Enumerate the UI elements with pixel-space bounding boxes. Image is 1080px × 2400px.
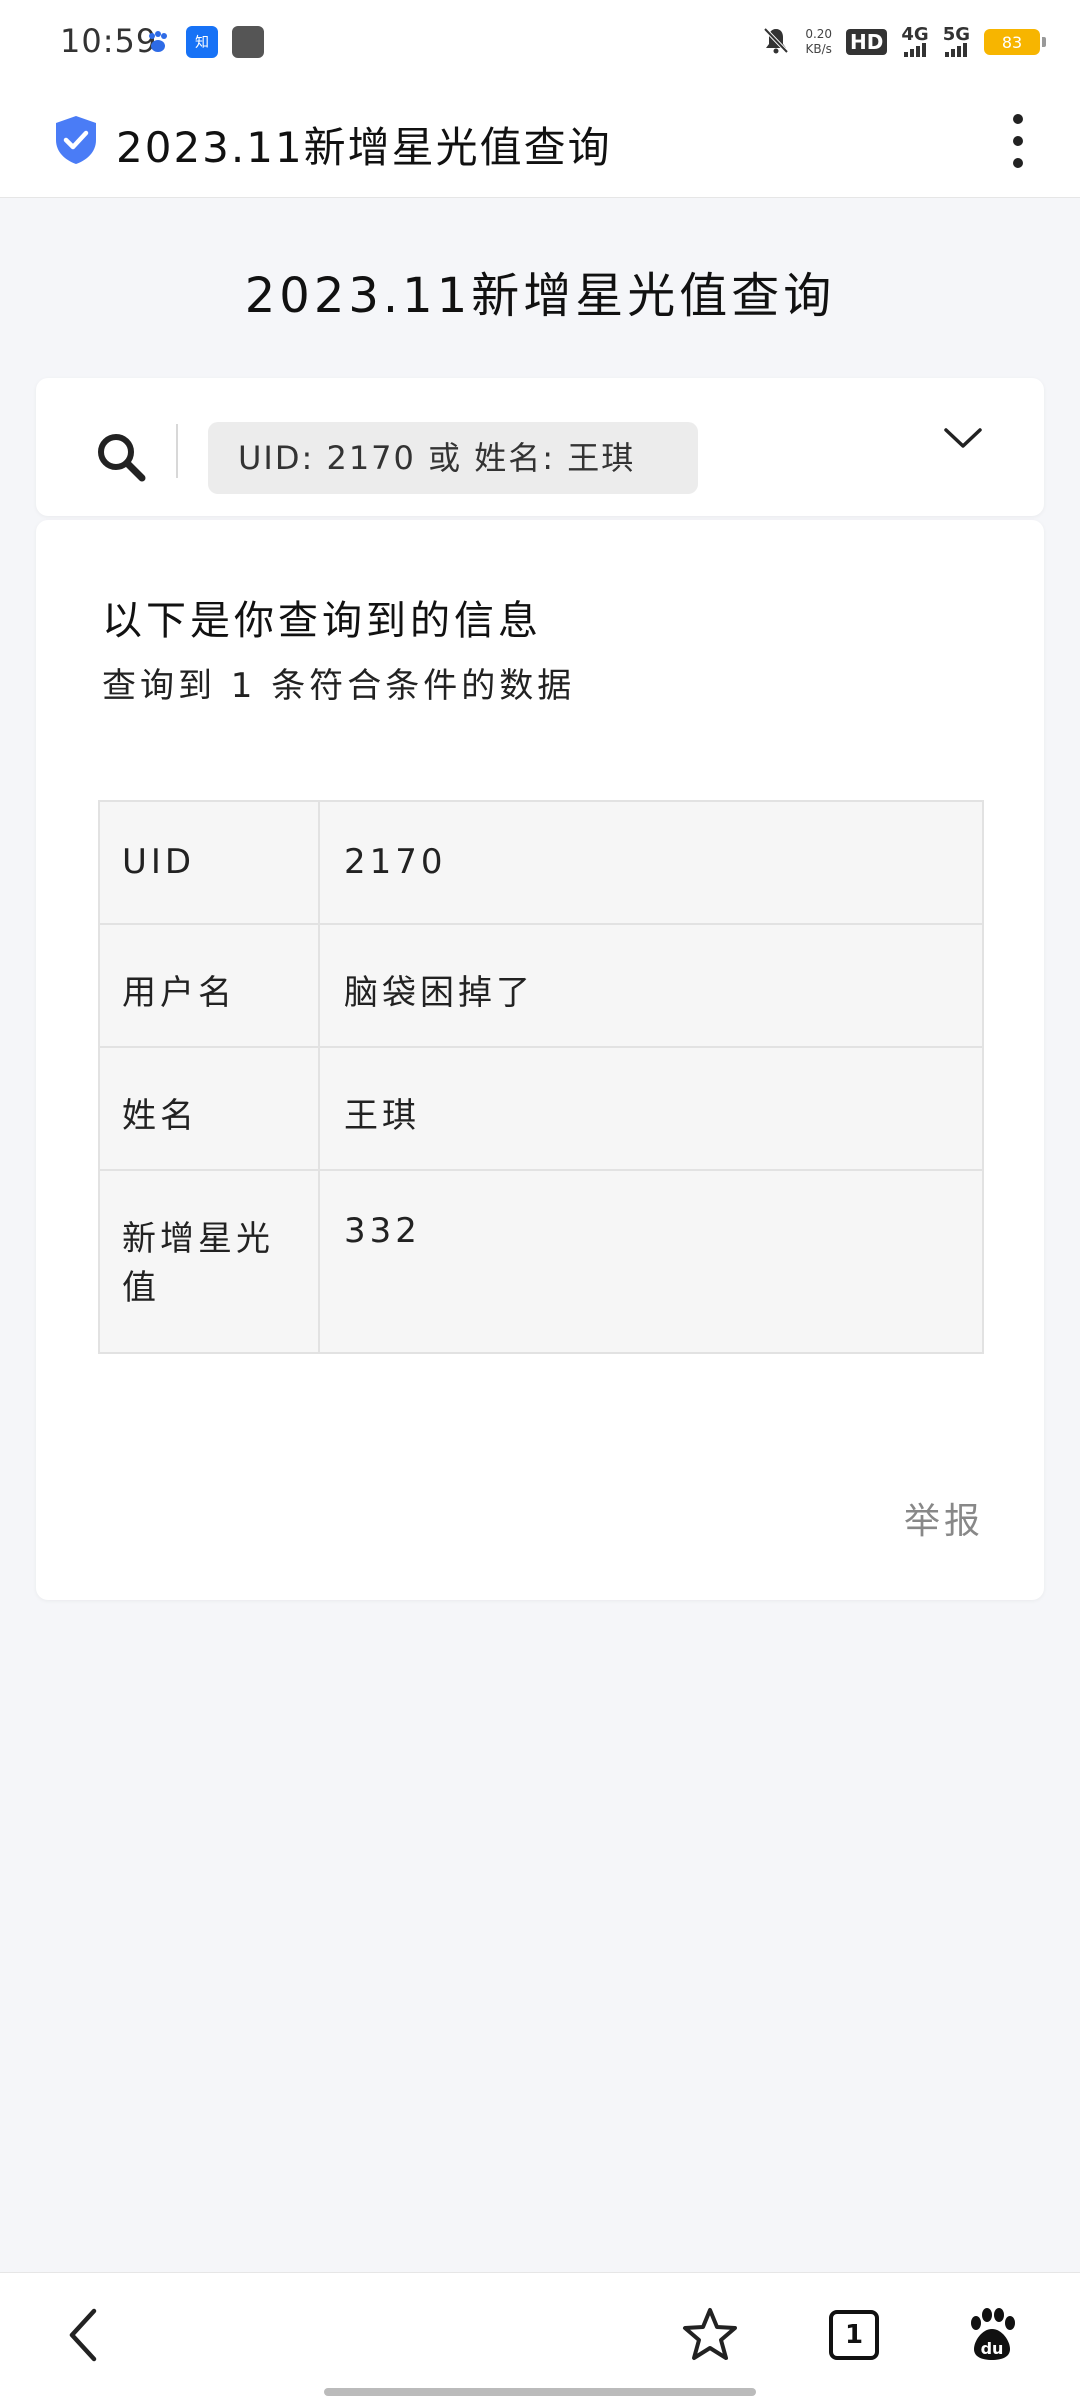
table-row: 用户名 脑袋困掉了 (98, 923, 984, 1048)
star-icon (683, 2308, 737, 2360)
table-value: 脑袋困掉了 (318, 923, 984, 1048)
svg-text:du: du (981, 2339, 1004, 2358)
net-speed: 0.20 KB/s (805, 27, 832, 57)
search-card (36, 378, 1044, 516)
table-key: 新增星光值 (98, 1169, 320, 1354)
signal-bars-icon (945, 43, 968, 57)
report-link[interactable]: 举报 (904, 1492, 984, 1544)
table-value: 2170 (318, 800, 984, 925)
result-card: 以下是你查询到的信息 查询到 1 条符合条件的数据 UID 2170 用户名 脑… (36, 520, 1044, 1600)
battery-icon: 83 (984, 29, 1046, 55)
net-speed-value: 0.20 (805, 27, 833, 41)
back-button[interactable] (52, 2303, 116, 2367)
table-key: UID (98, 800, 320, 925)
baidu-button[interactable]: du (960, 2303, 1024, 2367)
bottom-nav: 1 du (0, 2272, 1080, 2400)
header-title: 2023.11新增星光值查询 (116, 123, 612, 172)
page-title: 2023.11新增星光值查询 (244, 268, 836, 324)
baidu-paw-icon (142, 26, 174, 58)
more-vertical-icon[interactable] (1010, 114, 1026, 168)
table-key: 姓名 (98, 1046, 320, 1171)
signal-1: 4G (901, 24, 929, 57)
signal-bars-icon (904, 43, 927, 57)
signal-1-label: 4G (901, 24, 929, 45)
signal-2-label: 5G (942, 24, 970, 45)
hd-badge: HD (846, 29, 888, 55)
search-icon[interactable] (94, 430, 148, 484)
table-row: UID 2170 (98, 800, 984, 925)
signal-2: 5G (942, 24, 970, 57)
favorite-button[interactable] (678, 2303, 742, 2367)
zhihu-icon: 知 (186, 26, 218, 58)
shield-check-icon (56, 116, 96, 164)
search-divider (176, 424, 178, 478)
back-icon (69, 2308, 97, 2362)
table-value: 王琪 (318, 1046, 984, 1171)
result-count: 查询到 1 条符合条件的数据 (102, 666, 576, 706)
baidu-paw-icon: du (971, 2308, 1015, 2360)
chevron-down-icon[interactable] (942, 418, 984, 460)
app-icon (232, 26, 264, 58)
status-bar: 10:59 知 0.20 KB/s HD 4G 5G 83 (0, 0, 1080, 84)
home-indicator[interactable] (324, 2388, 756, 2396)
tabs-button[interactable]: 1 (822, 2303, 886, 2367)
table-value: 332 (318, 1169, 984, 1354)
tabs-icon: 1 (829, 2310, 879, 2360)
bell-muted-icon (761, 25, 791, 59)
table-row: 姓名 王琪 (98, 1046, 984, 1171)
table-row: 新增星光值 332 (98, 1169, 984, 1354)
result-heading: 以下是你查询到的信息 (102, 598, 542, 644)
net-speed-unit: KB/s (805, 42, 832, 56)
app-header: 2023.11新增星光值查询 (0, 84, 1080, 198)
result-table: UID 2170 用户名 脑袋困掉了 姓名 王琪 新增星光值 332 (98, 800, 984, 1354)
status-indicators: 0.20 KB/s HD 4G 5G 83 (761, 20, 1046, 64)
search-input[interactable] (208, 422, 698, 494)
table-key: 用户名 (98, 923, 320, 1048)
